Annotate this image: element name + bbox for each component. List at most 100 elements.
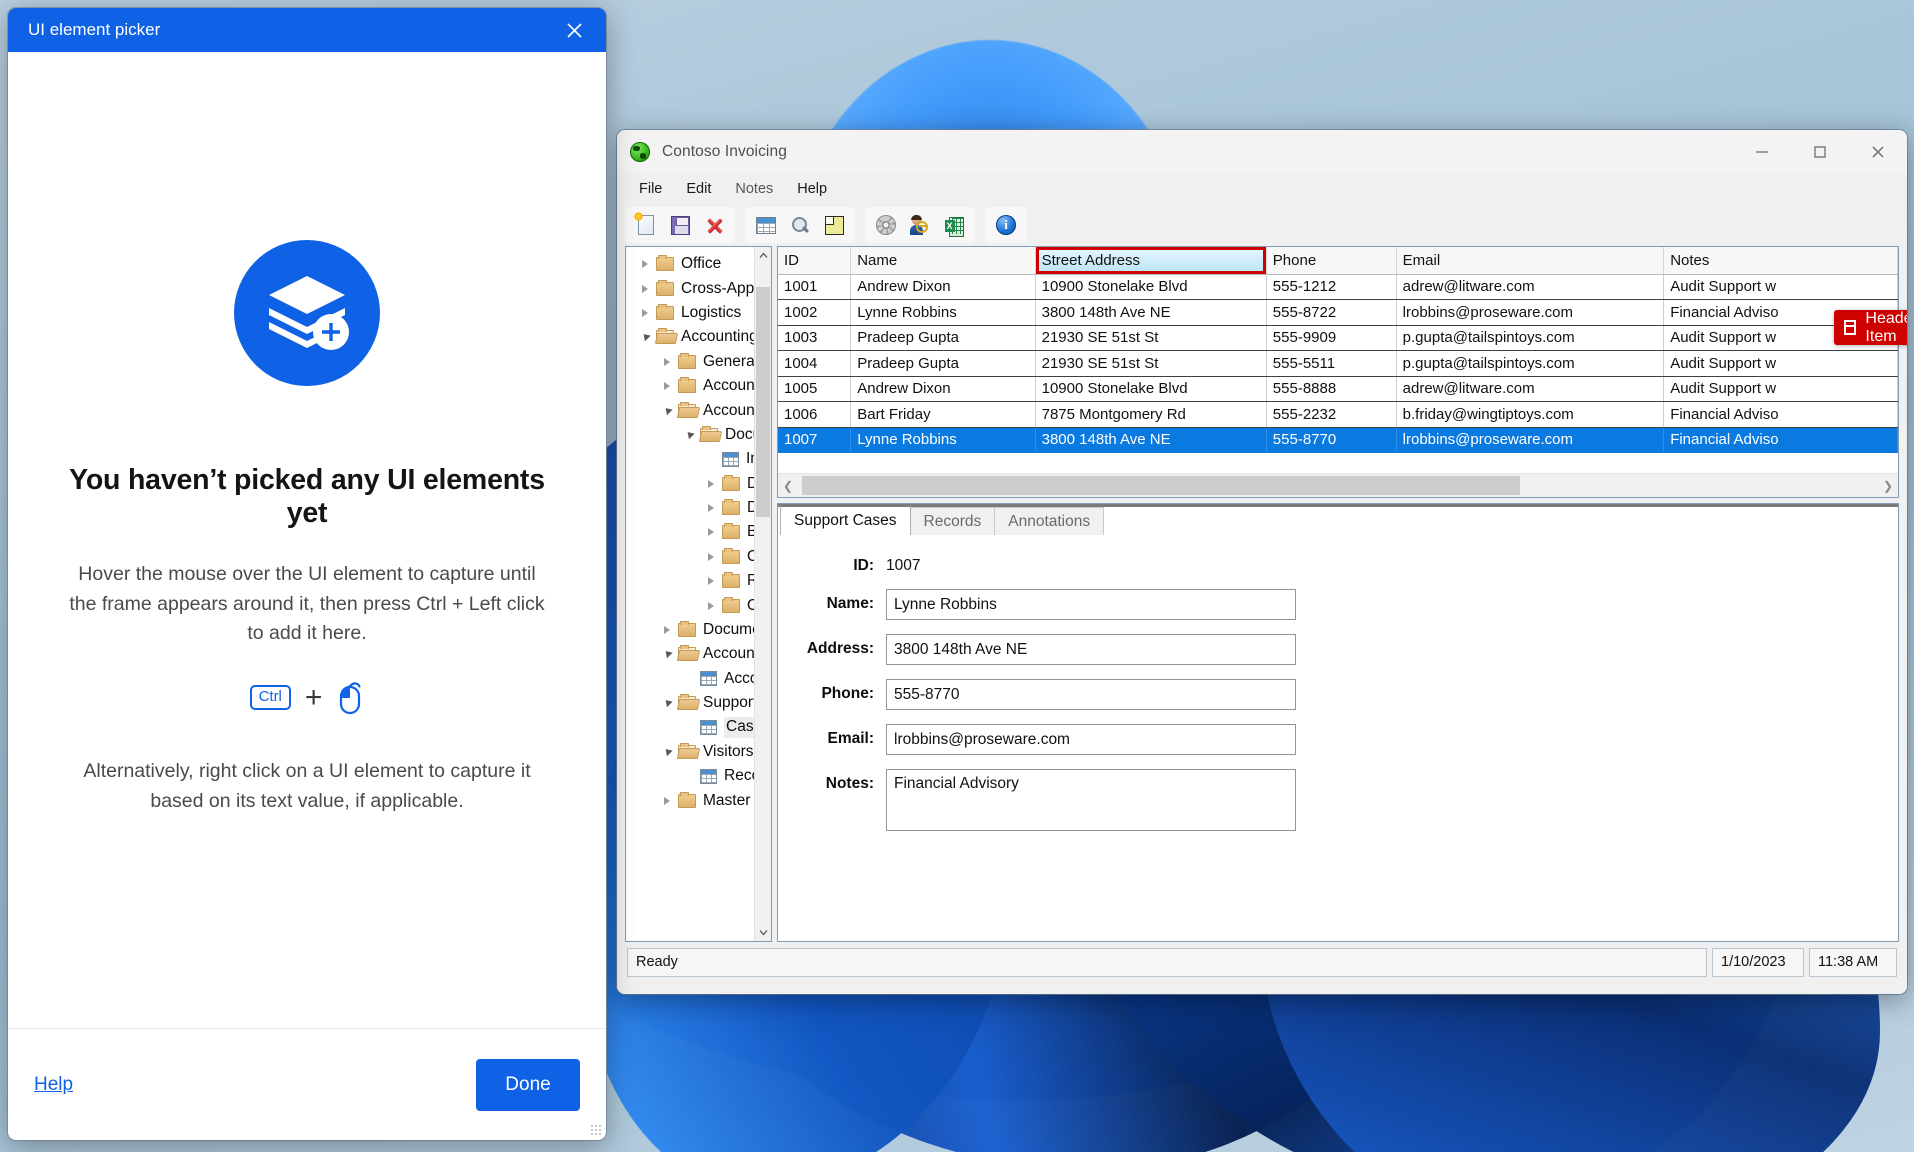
table-cell[interactable]: lrobbins@proseware.com [1396,300,1664,326]
grid-horizontal-scrollbar[interactable]: ❮ ❯ [778,473,1898,497]
done-button[interactable]: Done [476,1059,580,1111]
chevron-right-icon[interactable] [700,528,722,536]
grid-scrollbar-thumb[interactable] [802,476,1520,495]
settings-button[interactable] [871,210,901,240]
tree-node[interactable]: Visitors [626,740,754,764]
tree-node[interactable]: Outgoing Payment [626,593,754,617]
tree-node[interactable]: Cases [626,715,754,739]
table-cell[interactable]: 1005 [778,376,851,402]
table-cell[interactable]: Pradeep Gupta [851,351,1035,377]
table-cell[interactable]: 555-1212 [1266,274,1396,300]
menu-notes[interactable]: Notes [723,178,785,200]
chevron-right-icon[interactable] [700,553,722,561]
chevron-right-icon[interactable] [700,504,722,512]
table-cell[interactable]: 1006 [778,402,851,428]
tree-node[interactable]: Accounts Receivable [626,374,754,398]
tree-node[interactable]: Reference Documents [626,569,754,593]
chevron-down-icon[interactable] [634,334,656,340]
table-cell[interactable]: Lynne Robbins [851,300,1035,326]
table-row[interactable]: 1001Andrew Dixon10900 Stonelake Blvd555-… [778,274,1898,300]
menu-file[interactable]: File [627,178,674,200]
column-header[interactable]: Phone [1266,247,1396,274]
tree-node[interactable]: Records [626,764,754,788]
table-cell[interactable]: 10900 Stonelake Blvd [1035,376,1266,402]
tree-node[interactable]: Cross-Application Components [626,276,754,300]
table-cell[interactable]: 555-5511 [1266,351,1396,377]
chevron-down-icon[interactable] [656,408,678,414]
table-row[interactable]: 1003Pradeep Gupta21930 SE 51st St555-990… [778,325,1898,351]
search-button[interactable] [785,210,815,240]
resize-handle[interactable] [591,1125,601,1135]
user-permissions-button[interactable] [905,210,935,240]
chevron-right-icon[interactable] [656,382,678,390]
tree-node[interactable]: Accounts [626,667,754,691]
chevron-down-icon[interactable] [678,432,700,438]
about-button[interactable]: i [991,210,1021,240]
table-cell[interactable]: 1002 [778,300,851,326]
tree-node[interactable]: Other [626,545,754,569]
tab-annotations[interactable]: Annotations [994,507,1104,535]
table-cell[interactable]: 21930 SE 51st St [1035,351,1266,377]
notes-field[interactable] [886,769,1296,831]
table-cell[interactable]: Audit Support w [1664,376,1898,402]
table-cell[interactable]: 1001 [778,274,851,300]
table-cell[interactable]: 555-8770 [1266,427,1396,453]
table-view-button[interactable] [751,210,781,240]
tab-records[interactable]: Records [910,507,996,535]
chevron-right-icon[interactable] [634,309,656,317]
table-cell[interactable]: b.friday@wingtiptoys.com [1396,402,1664,428]
tab-support-cases[interactable]: Support Cases [780,504,911,535]
help-link[interactable]: Help [34,1074,73,1096]
table-cell[interactable]: Andrew Dixon [851,376,1035,402]
tree-node[interactable]: Invoices [626,447,754,471]
table-cell[interactable]: 3800 148th Ave NE [1035,427,1266,453]
table-cell[interactable]: 10900 Stonelake Blvd [1035,274,1266,300]
table-cell[interactable]: 555-8888 [1266,376,1396,402]
chevron-right-icon[interactable]: ❯ [1878,479,1898,493]
tree-node[interactable]: Accounts Payable [626,398,754,422]
navigation-tree[interactable]: OfficeCross-Application ComponentsLogist… [626,247,754,941]
tree-node[interactable]: Master Records [626,789,754,813]
tree-node[interactable]: Accounts [626,642,754,666]
tree-node[interactable]: Down Payment [626,496,754,520]
column-header[interactable]: Name [851,247,1035,274]
table-row[interactable]: 1007Lynne Robbins3800 148th Ave NE555-87… [778,427,1898,453]
table-cell[interactable]: Financial Adviso [1664,427,1898,453]
menu-edit[interactable]: Edit [674,178,723,200]
email-field[interactable] [886,724,1296,755]
table-cell[interactable]: Pradeep Gupta [851,325,1035,351]
chevron-right-icon[interactable] [634,285,656,293]
table-cell[interactable]: lrobbins@proseware.com [1396,427,1664,453]
chevron-right-icon[interactable] [656,797,678,805]
maximize-button[interactable] [1791,130,1849,174]
table-row[interactable]: 1004Pradeep Gupta21930 SE 51st St555-551… [778,351,1898,377]
tree-node[interactable]: General Ledger [626,350,754,374]
table-cell[interactable]: adrew@litware.com [1396,376,1664,402]
table-cell[interactable]: Bart Friday [851,402,1035,428]
table-cell[interactable]: 21930 SE 51st St [1035,325,1266,351]
tree-node[interactable]: Document Entry [626,423,754,447]
column-header[interactable]: ID [778,247,851,274]
column-header[interactable]: Email [1396,247,1664,274]
export-excel-button[interactable]: X [939,210,969,240]
chevron-right-icon[interactable] [656,626,678,634]
table-row[interactable]: 1005Andrew Dixon10900 Stonelake Blvd555-… [778,376,1898,402]
table-cell[interactable]: adrew@litware.com [1396,274,1664,300]
chevron-right-icon[interactable] [700,480,722,488]
tree-node[interactable]: Bill of Exchange [626,520,754,544]
chevron-right-icon[interactable] [700,577,722,585]
address-field[interactable] [886,634,1296,665]
table-cell[interactable]: 555-2232 [1266,402,1396,428]
chevron-up-icon[interactable] [755,247,771,264]
tree-node[interactable]: Accounting [626,325,754,349]
table-row[interactable]: 1002Lynne Robbins3800 148th Ave NE555-87… [778,300,1898,326]
table-cell[interactable]: p.gupta@tailspintoys.com [1396,325,1664,351]
table-cell[interactable]: 555-8722 [1266,300,1396,326]
table-cell[interactable]: 1007 [778,427,851,453]
chevron-right-icon[interactable] [656,358,678,366]
name-field[interactable] [886,589,1296,620]
table-cell[interactable]: Audit Support w [1664,351,1898,377]
close-icon[interactable] [558,14,590,46]
new-document-button[interactable] [631,210,661,240]
menu-help[interactable]: Help [785,178,839,200]
